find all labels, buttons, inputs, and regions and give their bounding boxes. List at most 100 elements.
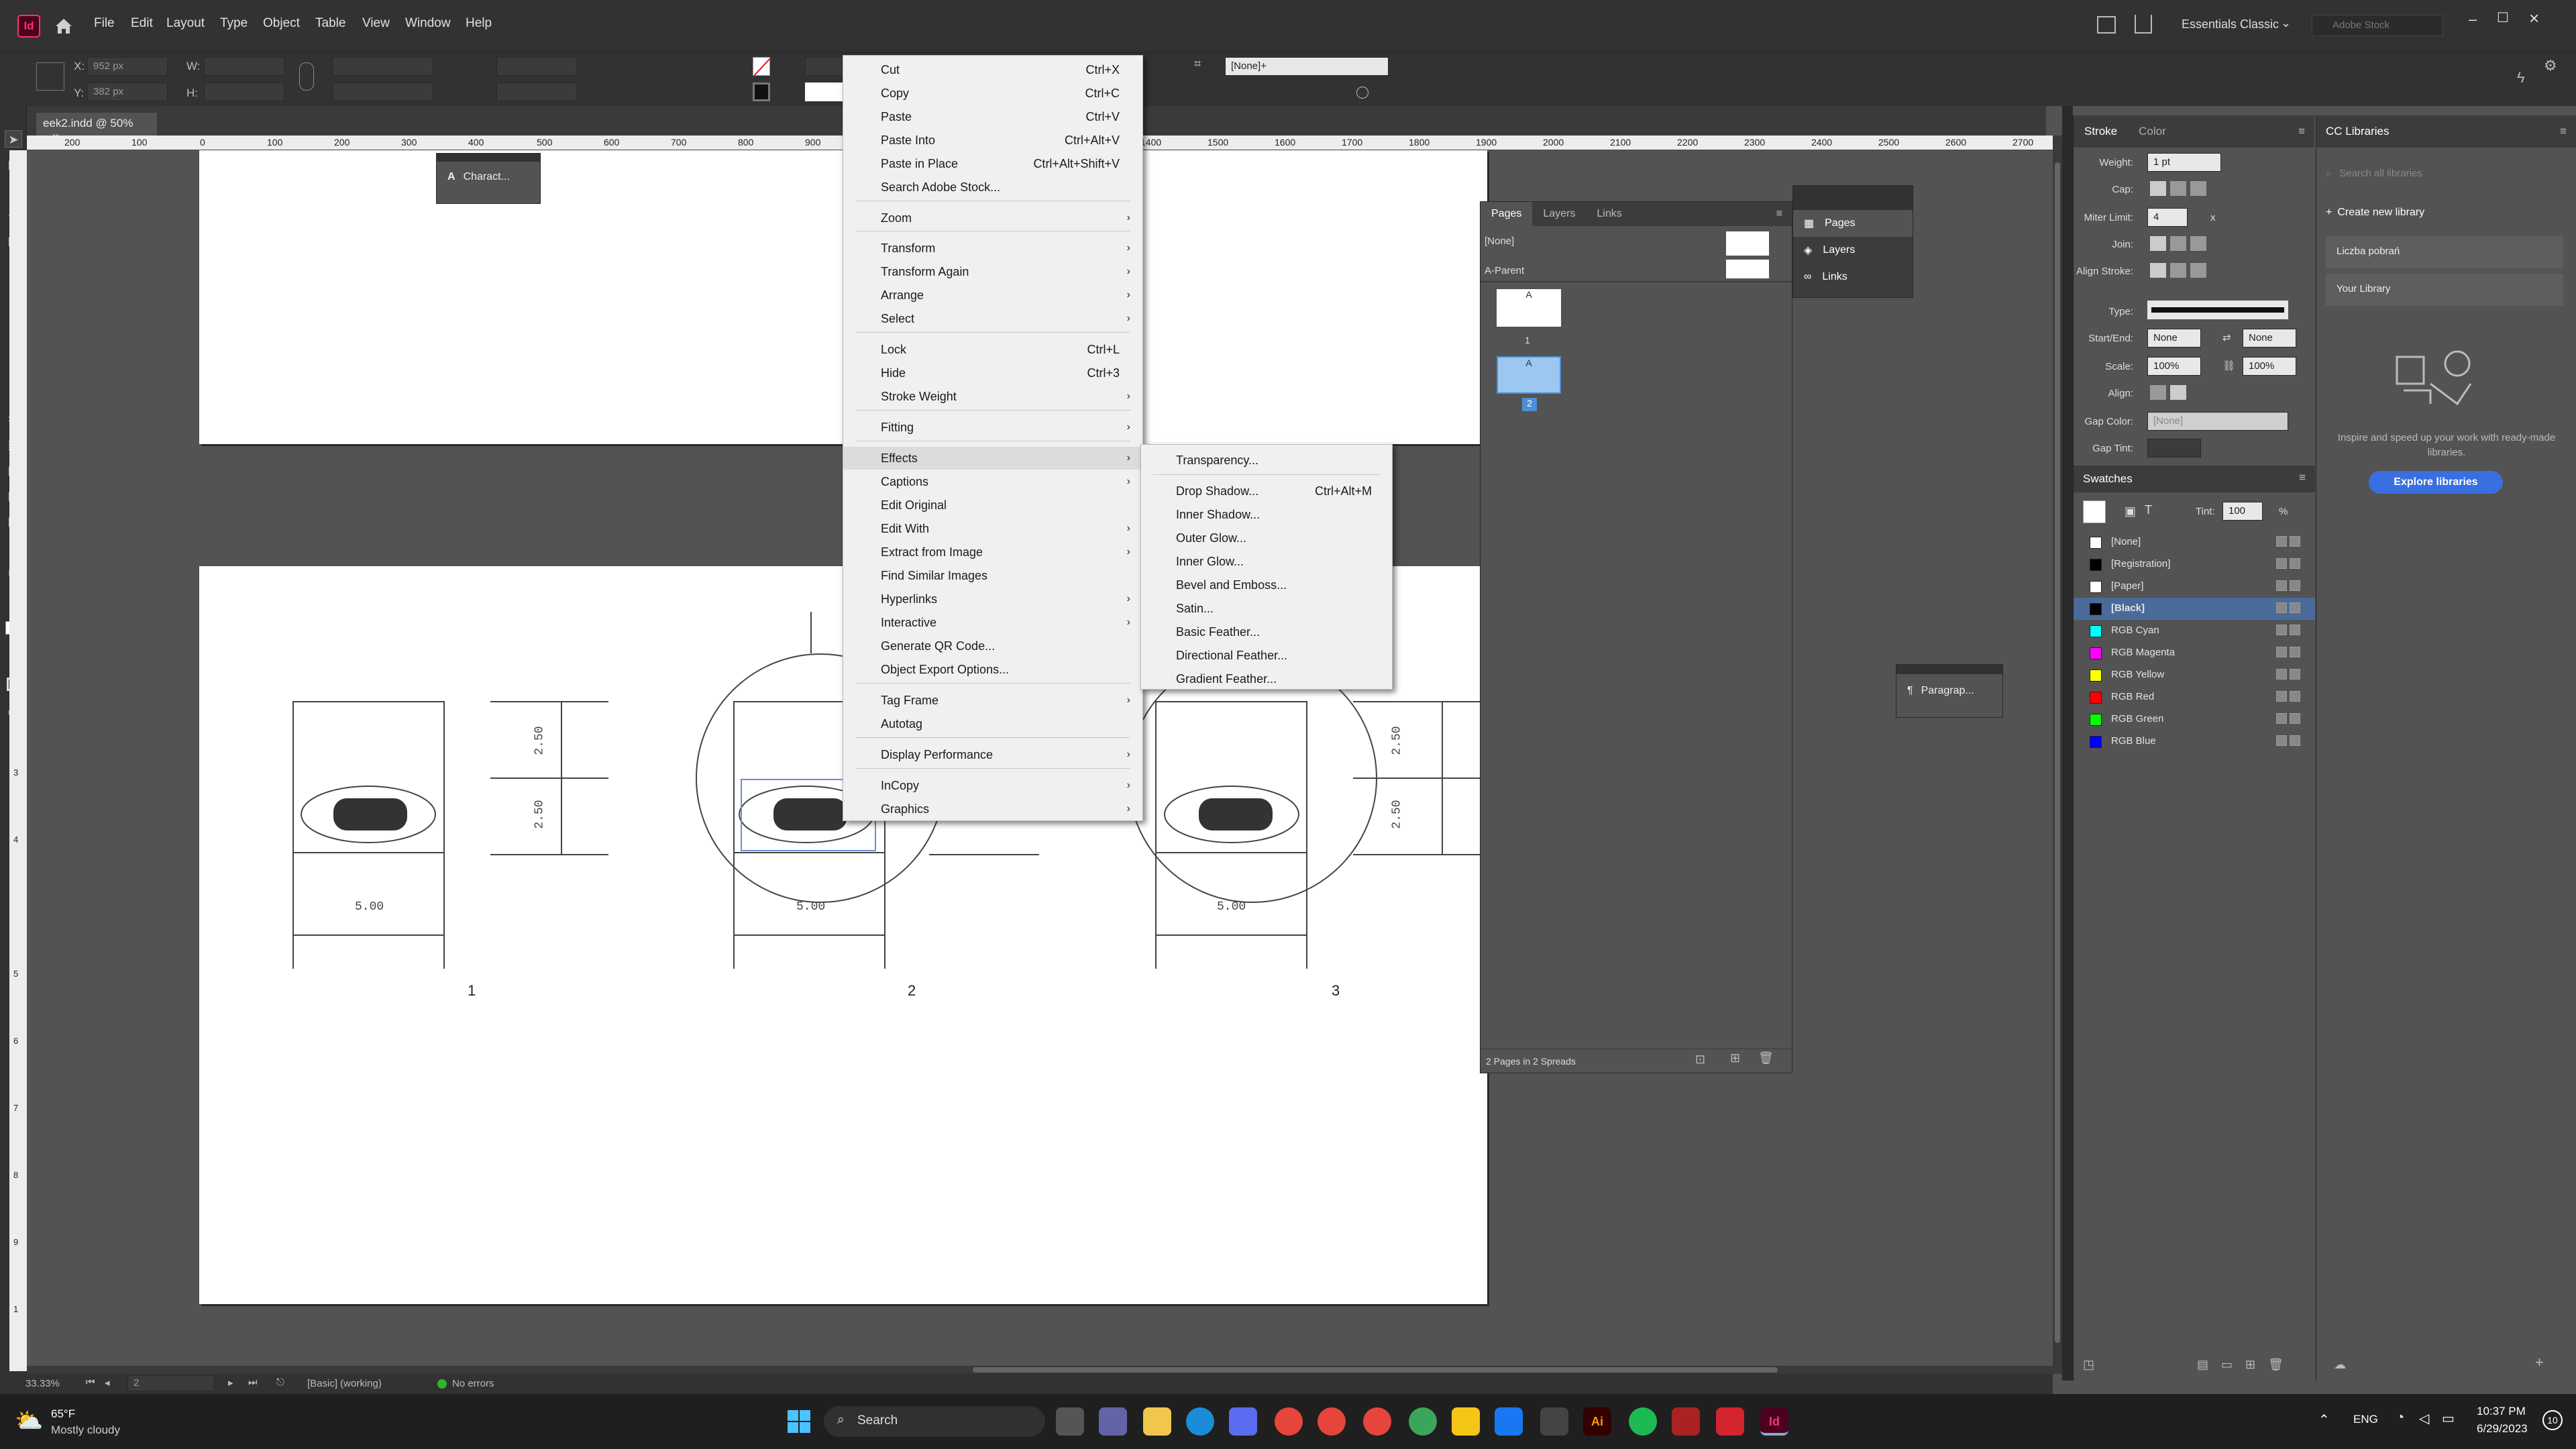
file-explorer-icon[interactable]: [1143, 1407, 1171, 1436]
gear-icon[interactable]: ⚙: [2544, 57, 2557, 74]
shear-field[interactable]: [496, 83, 577, 101]
context-item-stroke-weight[interactable]: Stroke Weight ›: [843, 385, 1142, 408]
preflight-profile[interactable]: [Basic] (working): [307, 1378, 382, 1389]
dock-links[interactable]: ∞ Links: [1793, 264, 1913, 290]
weather-desc[interactable]: Mostly cloudy: [51, 1424, 120, 1437]
chrome-icon[interactable]: [1363, 1407, 1391, 1436]
horizontal-scrollbar[interactable]: [27, 1366, 2053, 1374]
next-page-icon[interactable]: ▸: [228, 1377, 233, 1389]
library-search[interactable]: ⌕ Search all libraries: [2326, 162, 2563, 185]
stroke-swatch-icon[interactable]: [753, 83, 770, 101]
parent-a-thumb[interactable]: [1726, 260, 1769, 278]
stroke-type-preview[interactable]: [805, 83, 845, 101]
teams-icon[interactable]: [1099, 1407, 1127, 1436]
context-item-zoom[interactable]: Zoom ›: [843, 207, 1142, 229]
share-icon[interactable]: [2135, 15, 2152, 34]
library-item[interactable]: Liczba pobrań: [2326, 236, 2563, 268]
rotate-field[interactable]: [496, 57, 577, 76]
menu-help[interactable]: Help: [466, 16, 492, 31]
dock-grip[interactable]: [1793, 186, 1913, 210]
app-icon[interactable]: [1495, 1407, 1523, 1436]
prev-page-icon[interactable]: ◂: [105, 1377, 110, 1389]
swap-icon[interactable]: ⇄: [2222, 331, 2231, 343]
share-screen-icon[interactable]: [2097, 16, 2116, 34]
swatch-row[interactable]: [Registration]: [2074, 553, 2315, 576]
text-wrap-icon[interactable]: [1356, 87, 1368, 99]
swatch-row[interactable]: RGB Green: [2074, 708, 2315, 731]
character-panel-collapsed[interactable]: A Charact...: [436, 153, 541, 204]
notification-badge[interactable]: 10: [2542, 1410, 2563, 1430]
height-field[interactable]: [204, 83, 284, 101]
context-item-paste[interactable]: Paste Ctrl+V: [843, 105, 1142, 128]
scroll-thumb[interactable]: [2055, 162, 2060, 1343]
last-page-icon[interactable]: ⏭: [248, 1377, 258, 1388]
context-item-autotag[interactable]: Autotag: [843, 712, 1142, 735]
x-field[interactable]: 952 px: [87, 57, 168, 76]
miter-field[interactable]: 4: [2147, 208, 2188, 227]
volume-icon[interactable]: ◁: [2419, 1410, 2429, 1427]
menu-window[interactable]: Window: [405, 16, 451, 31]
context-item-edit-original[interactable]: Edit Original: [843, 494, 1142, 517]
tint-field[interactable]: 100: [2222, 502, 2263, 521]
context-item-interactive[interactable]: Interactive ›: [843, 611, 1142, 634]
preflight-errors[interactable]: No errors: [452, 1378, 494, 1389]
scale-start-field[interactable]: 100%: [2147, 357, 2201, 376]
tab-layers[interactable]: Layers: [1532, 208, 1586, 220]
page-2-thumb[interactable]: A: [1497, 356, 1561, 394]
edit-page-size-icon[interactable]: ⊡: [1695, 1053, 1705, 1067]
lightning-icon[interactable]: ϟ: [2517, 69, 2525, 87]
scale-y-field[interactable]: [333, 83, 433, 101]
swatch-row[interactable]: RGB Yellow: [2074, 664, 2315, 686]
panel-menu-icon[interactable]: ≡: [2299, 471, 2306, 484]
context-item-tag-frame[interactable]: Tag Frame ›: [843, 689, 1142, 712]
close-window-button[interactable]: ×: [2529, 8, 2539, 29]
swatch-options-icon[interactable]: ◳: [2083, 1358, 2094, 1372]
swatch-row[interactable]: [Black]: [2074, 598, 2315, 620]
menu-type[interactable]: Type: [220, 16, 248, 31]
document-tab[interactable]: eek2.indd @ 50% ×: [36, 113, 157, 143]
language-indicator[interactable]: ENG: [2353, 1413, 2378, 1426]
zoom-level[interactable]: 33.33%: [25, 1378, 60, 1389]
swatches-header[interactable]: Swatches ≡: [2074, 466, 2315, 492]
scale-end-field[interactable]: 100%: [2243, 357, 2296, 376]
edge-icon[interactable]: [1186, 1407, 1214, 1436]
context-item-paste-into[interactable]: Paste Into Ctrl+Alt+V: [843, 129, 1142, 152]
effects-item-directional-feather[interactable]: Directional Feather...: [1141, 644, 1392, 667]
context-item-display-performance[interactable]: Display Performance ›: [843, 743, 1142, 766]
stroke-type-dropdown[interactable]: [2147, 301, 2288, 319]
context-item-lock[interactable]: Lock Ctrl+L: [843, 338, 1142, 361]
home-icon[interactable]: [51, 13, 76, 39]
clock-date[interactable]: 6/29/2023: [2477, 1422, 2528, 1436]
tab-links[interactable]: Links: [1586, 208, 1632, 220]
start-dropdown[interactable]: None: [2147, 329, 2201, 347]
effects-item-satin[interactable]: Satin...: [1141, 597, 1392, 620]
crop-icon[interactable]: ⌗: [1194, 57, 1208, 76]
tab-stroke[interactable]: Stroke: [2074, 125, 2128, 138]
fill-swatch-icon[interactable]: [753, 57, 771, 77]
app-icon[interactable]: [1672, 1407, 1700, 1436]
adobe-stock-search[interactable]: Adobe Stock: [2312, 15, 2443, 36]
task-view-icon[interactable]: [1056, 1407, 1084, 1436]
panel-menu-icon[interactable]: ≡: [1776, 208, 1792, 220]
weight-field[interactable]: 1 pt: [2147, 153, 2221, 172]
context-item-transform-again[interactable]: Transform Again ›: [843, 260, 1142, 283]
vertical-scrollbar[interactable]: [2053, 136, 2062, 1374]
context-item-cut[interactable]: Cut Ctrl+X: [843, 58, 1142, 81]
align-stroke-buttons[interactable]: [2150, 263, 2209, 279]
effects-item-basic-feather[interactable]: Basic Feather...: [1141, 621, 1392, 643]
app-icon[interactable]: [1540, 1407, 1568, 1436]
new-color-group-icon[interactable]: ▤: [2197, 1358, 2208, 1372]
effects-item-bevel-and-emboss[interactable]: Bevel and Emboss...: [1141, 574, 1392, 596]
context-item-captions[interactable]: Captions ›: [843, 470, 1142, 493]
constrain-proportions-icon[interactable]: [299, 62, 314, 91]
menu-view[interactable]: View: [362, 16, 390, 31]
app-icon[interactable]: [1409, 1407, 1437, 1436]
menu-file[interactable]: File: [94, 16, 115, 31]
parent-none-thumb[interactable]: [1726, 231, 1769, 256]
add-content-icon[interactable]: +: [2535, 1354, 2544, 1371]
effects-item-drop-shadow[interactable]: Drop Shadow... Ctrl+Alt+M: [1141, 480, 1392, 502]
arrow-align-buttons[interactable]: [2150, 385, 2190, 401]
reference-point-icon[interactable]: [36, 62, 64, 91]
context-item-fitting[interactable]: Fitting ›: [843, 416, 1142, 439]
dock-layers[interactable]: ◈ Layers: [1793, 237, 1913, 264]
